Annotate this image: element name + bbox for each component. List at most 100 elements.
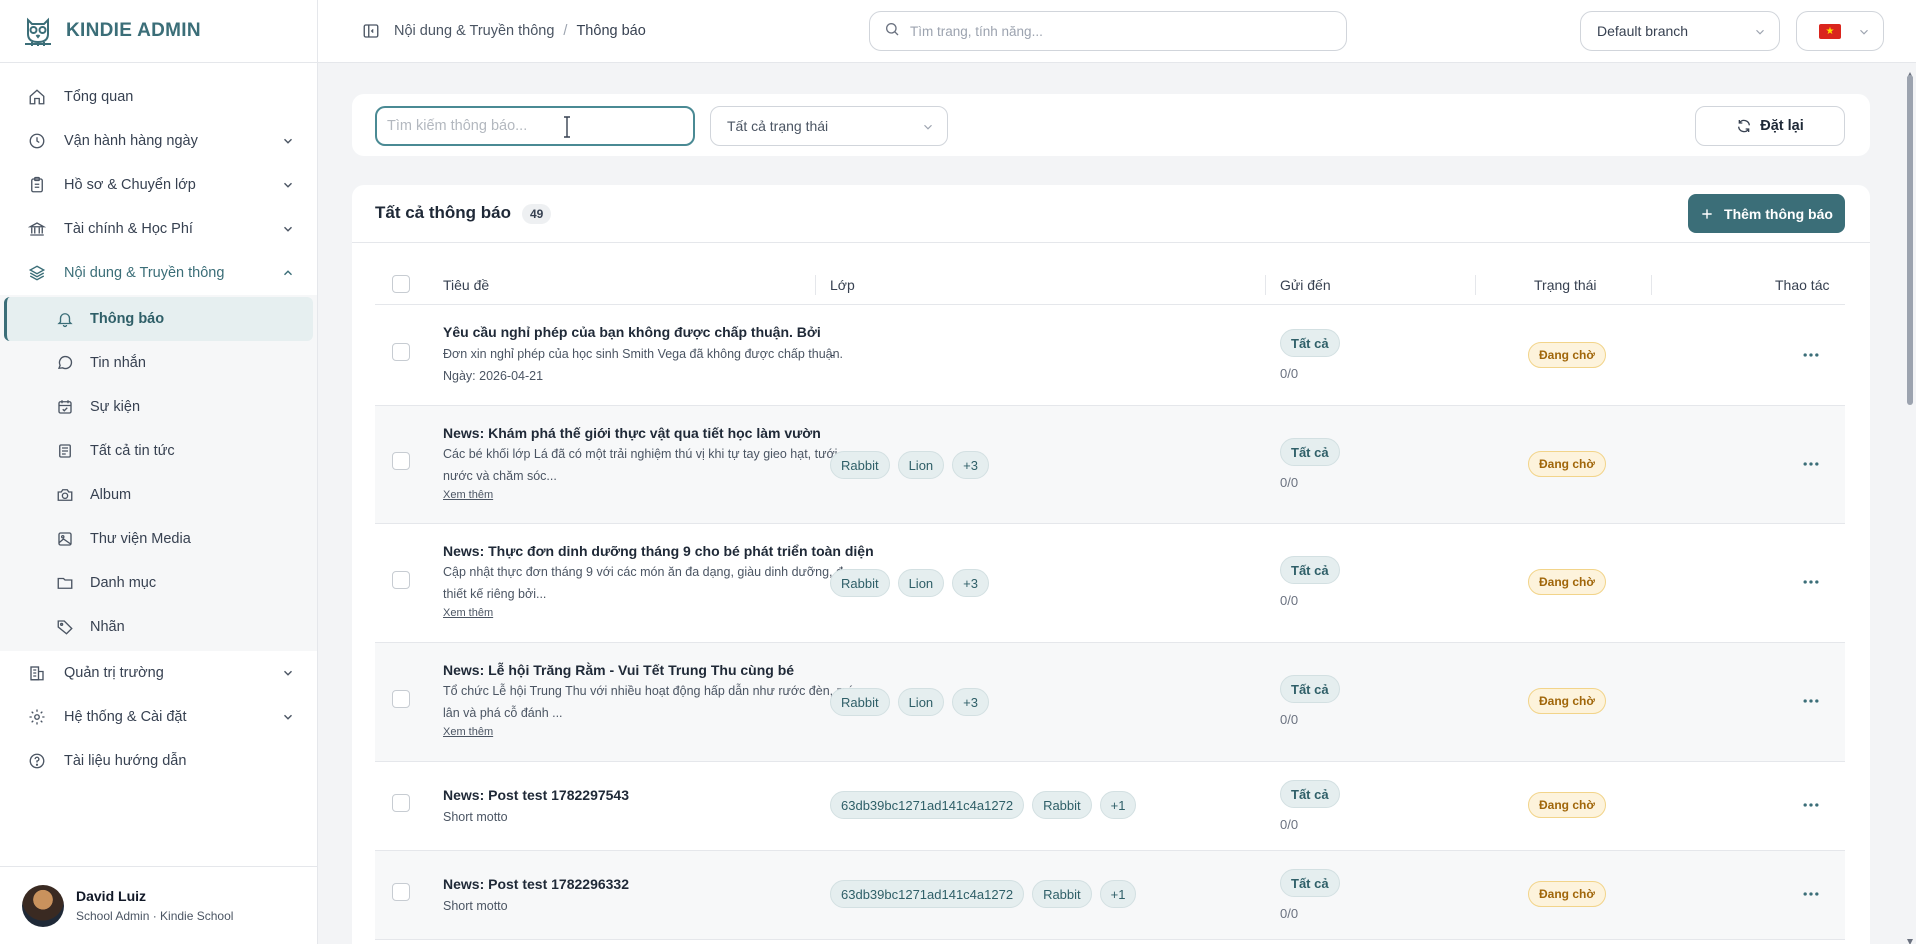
- chevron-down-icon: [281, 710, 295, 724]
- row-checkbox[interactable]: [392, 452, 410, 470]
- sidebar-item-events[interactable]: Sự kiện: [4, 385, 313, 429]
- add-notification-button[interactable]: Thêm thông báo: [1688, 194, 1845, 233]
- table-row[interactable]: News: Lễ hội Trăng Rằm - Vui Tết Trung T…: [375, 643, 1845, 762]
- sidebar-item-content[interactable]: Nội dung & Truyền thông: [0, 251, 317, 295]
- gear-icon: [28, 708, 46, 726]
- read-more-link[interactable]: Xem thêm: [443, 726, 883, 738]
- breadcrumb-parent[interactable]: Nội dung & Truyền thông: [394, 23, 554, 39]
- table-row[interactable]: News: Post test 1782296332 Short motto 6…: [375, 851, 1845, 940]
- row-description: thiết kế riêng bởi...: [443, 587, 547, 601]
- status-badge: Đang chờ: [1528, 451, 1606, 477]
- card-header: Tất cả thông báo 49 Thêm thông báo: [352, 185, 1870, 243]
- table-row[interactable]: News: Thực đơn dinh dưỡng tháng 9 cho bé…: [375, 524, 1845, 643]
- sidebar-item-label: Nhãn: [90, 619, 125, 635]
- sidebar-item-all-news[interactable]: Tất cả tin tức: [4, 429, 313, 473]
- row-description: lân và phá cỗ đánh ...: [443, 706, 563, 720]
- status-filter-select[interactable]: Tất cả trạng thái: [710, 106, 948, 146]
- sidebar-nav: Tổng quan Vận hành hàng ngày Hồ sơ & Chu…: [0, 63, 317, 783]
- notification-search-input[interactable]: [387, 118, 677, 134]
- column-header-send-to[interactable]: Gửi đến: [1280, 277, 1331, 293]
- send-count: 0/0: [1280, 366, 1299, 381]
- class-cell: 63db39bc1271ad141c4a1272 Rabbit +1: [830, 880, 1137, 908]
- class-tag: 63db39bc1271ad141c4a1272: [830, 880, 1025, 908]
- class-more-tag[interactable]: +3: [952, 569, 989, 597]
- user-name: David Luiz: [76, 888, 147, 904]
- page-scrollbar[interactable]: [1904, 63, 1916, 944]
- send-to-tag: Tất cả: [1280, 780, 1340, 808]
- top-header: Nội dung & Truyền thông / Thông báo Defa…: [318, 0, 1916, 63]
- row-title[interactable]: News: Lễ hội Trăng Rằm - Vui Tết Trung T…: [443, 661, 883, 679]
- select-all-checkbox[interactable]: [392, 275, 410, 293]
- class-cell: Rabbit Lion +3: [830, 688, 989, 716]
- column-header-title[interactable]: Tiêu đề: [443, 277, 489, 293]
- user-profile[interactable]: David Luiz School Admin · Kindie School: [0, 866, 318, 944]
- sidebar-item-settings[interactable]: Hệ thống & Cài đặt: [0, 695, 317, 739]
- row-checkbox[interactable]: [392, 690, 410, 708]
- more-actions-icon[interactable]: [1801, 884, 1821, 904]
- sidebar-item-notifications[interactable]: Thông báo: [4, 297, 313, 341]
- chevron-down-icon: [1857, 25, 1871, 39]
- row-title[interactable]: News: Khám phá thế giới thực vật qua tiế…: [443, 424, 883, 442]
- language-select[interactable]: ★: [1796, 11, 1884, 51]
- sidebar-item-daily-ops[interactable]: Vận hành hàng ngày: [0, 119, 317, 163]
- notifications-table: Tiêu đề Lớp Gửi đến Trạng thái Thao tác …: [375, 265, 1845, 940]
- sidebar-item-categories[interactable]: Danh mục: [4, 561, 313, 605]
- more-actions-icon[interactable]: [1801, 795, 1821, 815]
- bank-icon: [28, 220, 46, 238]
- row-checkbox[interactable]: [392, 883, 410, 901]
- table-row[interactable]: News: Khám phá thế giới thực vật qua tiế…: [375, 406, 1845, 524]
- send-to-cell: Tất cả 0/0: [1280, 438, 1340, 490]
- more-actions-icon[interactable]: [1801, 454, 1821, 474]
- notification-search[interactable]: [375, 106, 695, 146]
- sidebar-item-labels[interactable]: Nhãn: [4, 605, 313, 649]
- read-more-link[interactable]: Xem thêm: [443, 489, 883, 501]
- table-row[interactable]: News: Post test 1782297543 Short motto 6…: [375, 762, 1845, 851]
- read-more-link[interactable]: Xem thêm: [443, 607, 883, 619]
- calendar-icon: [56, 398, 74, 416]
- sidebar-item-label: Danh mục: [90, 575, 157, 591]
- brand[interactable]: KINDIE ADMIN: [0, 0, 317, 63]
- send-to-cell: Tất cả 0/0: [1280, 780, 1340, 832]
- row-checkbox[interactable]: [392, 794, 410, 812]
- sidebar-item-finance[interactable]: Tài chính & Học Phí: [0, 207, 317, 251]
- row-title[interactable]: News: Post test 1782296332: [443, 875, 883, 893]
- class-more-tag[interactable]: +1: [1099, 791, 1137, 819]
- row-title[interactable]: News: Post test 1782297543: [443, 786, 883, 804]
- class-tag: Lion: [897, 569, 945, 597]
- reset-button[interactable]: Đặt lại: [1695, 106, 1845, 146]
- sidebar-item-school-admin[interactable]: Quản trị trường: [0, 651, 317, 695]
- user-role: School Admin · Kindie School: [76, 909, 234, 923]
- column-header-class[interactable]: Lớp: [830, 277, 855, 293]
- sidebar-item-label: Vận hành hàng ngày: [64, 133, 198, 149]
- row-title[interactable]: Yêu cầu nghỉ phép của bạn không được chấ…: [443, 323, 883, 341]
- more-actions-icon[interactable]: [1801, 572, 1821, 592]
- global-search-input[interactable]: [910, 23, 1330, 39]
- chevron-down-icon: [281, 222, 295, 236]
- sidebar-item-messages[interactable]: Tin nhắn: [4, 341, 313, 385]
- sidebar-item-docs[interactable]: Tài liệu hướng dẫn: [0, 739, 317, 783]
- more-actions-icon[interactable]: [1801, 691, 1821, 711]
- class-more-tag[interactable]: +1: [1099, 880, 1137, 908]
- sidebar-item-overview[interactable]: Tổng quan: [0, 75, 317, 119]
- row-checkbox[interactable]: [392, 343, 410, 361]
- row-checkbox[interactable]: [392, 571, 410, 589]
- table-row[interactable]: Yêu cầu nghỉ phép của bạn không được chấ…: [375, 305, 1845, 406]
- column-header-status[interactable]: Trạng thái: [1534, 277, 1597, 293]
- scroll-down-icon[interactable]: [1906, 933, 1914, 944]
- sidebar-item-profiles[interactable]: Hồ sơ & Chuyển lớp: [0, 163, 317, 207]
- row-description: nước và chăm sóc...: [443, 469, 557, 483]
- class-more-tag[interactable]: +3: [952, 451, 989, 479]
- row-title[interactable]: News: Thực đơn dinh dưỡng tháng 9 cho bé…: [443, 542, 883, 560]
- sidebar-item-media-library[interactable]: Thư viện Media: [4, 517, 313, 561]
- vietnam-flag-icon: ★: [1819, 24, 1841, 39]
- sidebar-item-album[interactable]: Album: [4, 473, 313, 517]
- chevron-down-icon: [281, 178, 295, 192]
- global-search[interactable]: [869, 11, 1347, 51]
- branch-select[interactable]: Default branch: [1580, 11, 1780, 51]
- more-actions-icon[interactable]: [1801, 345, 1821, 365]
- scroll-up-icon[interactable]: [1906, 66, 1914, 78]
- scrollbar-thumb[interactable]: [1907, 75, 1913, 405]
- sidebar-toggle-icon[interactable]: [362, 22, 380, 40]
- class-more-tag[interactable]: +3: [952, 688, 989, 716]
- row-description: Ngày: 2026-04-21: [443, 369, 544, 383]
